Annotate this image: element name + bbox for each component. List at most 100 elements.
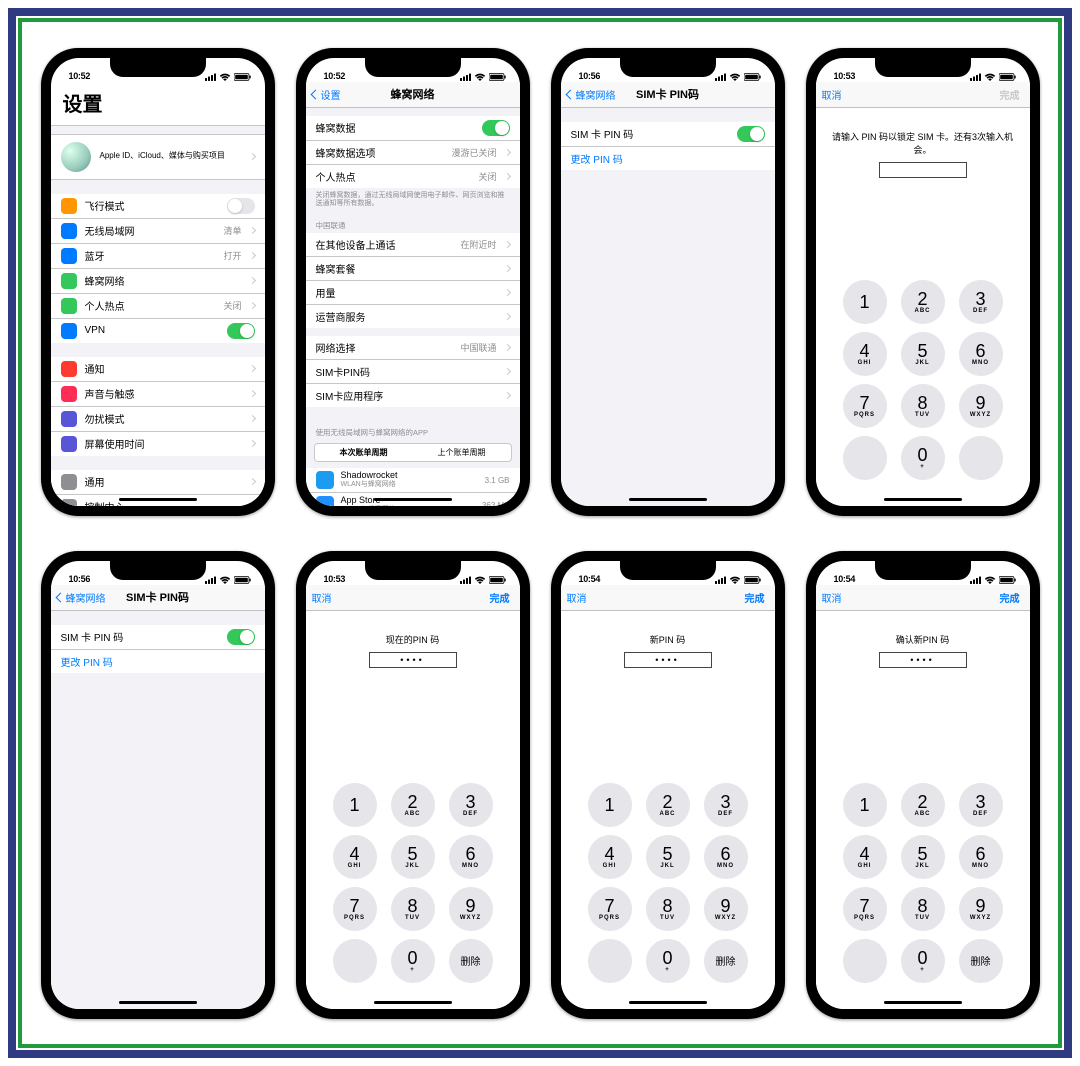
keypad-key-9[interactable]: 9WXYZ (704, 887, 748, 931)
home-indicator[interactable] (884, 498, 962, 501)
cancel-button[interactable]: 取消 (822, 82, 842, 107)
keypad-key-0[interactable]: 0+ (901, 939, 945, 983)
done-button[interactable]: 完成 (1000, 585, 1020, 610)
toggle[interactable] (482, 120, 510, 136)
home-indicator[interactable] (884, 1001, 962, 1004)
toggle[interactable] (227, 629, 255, 645)
list-row[interactable]: 勿扰模式 (51, 407, 265, 432)
keypad-key-6[interactable]: 6MNO (959, 835, 1003, 879)
cancel-button[interactable]: 取消 (567, 585, 587, 610)
keypad-key-7[interactable]: 7PQRS (588, 887, 632, 931)
keypad-key-4[interactable]: 4GHI (588, 835, 632, 879)
segmented-control[interactable]: 本次账单周期 上个账单周期 (314, 443, 512, 462)
list-row[interactable]: 网络选择中国联通 (306, 336, 520, 360)
home-indicator[interactable] (374, 498, 452, 501)
home-indicator[interactable] (119, 498, 197, 501)
keypad-key-7[interactable]: 7PQRS (843, 887, 887, 931)
list-row[interactable]: 通知 (51, 357, 265, 382)
seg-previous[interactable]: 上个账单周期 (413, 444, 511, 461)
keypad-key-4[interactable]: 4GHI (333, 835, 377, 879)
list-row[interactable]: SIM卡应用程序 (306, 384, 520, 407)
list-row[interactable]: 在其他设备上通话在附近时 (306, 233, 520, 257)
keypad-key-9[interactable]: 9WXYZ (959, 384, 1003, 428)
list-row[interactable]: 个人热点关闭 (306, 165, 520, 188)
keypad-key-5[interactable]: 5JKL (901, 332, 945, 376)
keypad-key-9[interactable]: 9WXYZ (959, 887, 1003, 931)
apple-id-row[interactable]: Apple ID、iCloud、媒体与购买项目 (51, 134, 265, 180)
toggle[interactable] (227, 323, 255, 339)
keypad-key-8[interactable]: 8TUV (901, 384, 945, 428)
keypad-key-8[interactable]: 8TUV (646, 887, 690, 931)
keypad-key-3[interactable]: 3DEF (959, 280, 1003, 324)
toggle[interactable] (737, 126, 765, 142)
keypad-key-4[interactable]: 4GHI (843, 332, 887, 376)
list-row[interactable]: 运营商服务 (306, 305, 520, 328)
home-indicator[interactable] (119, 1001, 197, 1004)
list-row[interactable]: SIM 卡 PIN 码 (561, 122, 775, 147)
cancel-button[interactable]: 取消 (312, 585, 332, 610)
keypad-key-1[interactable]: 1 (843, 280, 887, 324)
done-button[interactable]: 完成 (490, 585, 510, 610)
keypad-delete[interactable]: 删除 (449, 939, 493, 983)
pin-input[interactable]: •••• (369, 652, 457, 668)
keypad-key-0[interactable]: 0+ (391, 939, 435, 983)
keypad-key-1[interactable]: 1 (588, 783, 632, 827)
app-row[interactable]: ShadowrocketWLAN与蜂窝网络 3.1 GB (306, 468, 520, 493)
done-button[interactable]: 完成 (745, 585, 765, 610)
seg-current[interactable]: 本次账单周期 (315, 444, 413, 461)
keypad-key-5[interactable]: 5JKL (646, 835, 690, 879)
keypad-key-3[interactable]: 3DEF (704, 783, 748, 827)
list-row[interactable]: 蜂窝数据选项漫游已关闭 (306, 141, 520, 165)
list-row[interactable]: 蜂窝套餐 (306, 257, 520, 281)
list-row[interactable]: 声音与触感 (51, 382, 265, 407)
keypad-key-8[interactable]: 8TUV (391, 887, 435, 931)
list-row[interactable]: 蜂窝数据 (306, 116, 520, 141)
done-button[interactable]: 完成 (1000, 82, 1020, 107)
keypad-key-3[interactable]: 3DEF (449, 783, 493, 827)
cancel-button[interactable]: 取消 (822, 585, 842, 610)
home-indicator[interactable] (629, 1001, 707, 1004)
keypad-key-9[interactable]: 9WXYZ (449, 887, 493, 931)
list-row[interactable]: 蓝牙打开 (51, 244, 265, 269)
keypad-key-8[interactable]: 8TUV (901, 887, 945, 931)
keypad-key-4[interactable]: 4GHI (843, 835, 887, 879)
list-row[interactable]: 通用 (51, 470, 265, 495)
list-row[interactable]: 屏幕使用时间 (51, 432, 265, 456)
keypad-key-1[interactable]: 1 (843, 783, 887, 827)
keypad-key-2[interactable]: 2ABC (391, 783, 435, 827)
toggle[interactable] (227, 198, 255, 214)
keypad-key-2[interactable]: 2ABC (646, 783, 690, 827)
keypad-key-6[interactable]: 6MNO (959, 332, 1003, 376)
back-button[interactable]: 设置 (312, 82, 341, 107)
list-row[interactable]: 用量 (306, 281, 520, 305)
keypad-key-5[interactable]: 5JKL (901, 835, 945, 879)
list-row[interactable]: 飞行模式 (51, 194, 265, 219)
keypad-key-7[interactable]: 7PQRS (333, 887, 377, 931)
keypad-key-7[interactable]: 7PQRS (843, 384, 887, 428)
keypad-key-5[interactable]: 5JKL (391, 835, 435, 879)
keypad-key-0[interactable]: 0+ (901, 436, 945, 480)
keypad-key-1[interactable]: 1 (333, 783, 377, 827)
keypad-key-2[interactable]: 2ABC (901, 783, 945, 827)
home-indicator[interactable] (374, 1001, 452, 1004)
list-row[interactable]: VPN (51, 319, 265, 343)
list-row[interactable]: 个人热点关闭 (51, 294, 265, 319)
keypad-key-2[interactable]: 2ABC (901, 280, 945, 324)
list-row[interactable]: 更改 PIN 码 (51, 650, 265, 673)
list-row[interactable]: SIM卡PIN码 (306, 360, 520, 384)
pin-input[interactable]: •••• (879, 652, 967, 668)
keypad-key-6[interactable]: 6MNO (449, 835, 493, 879)
home-indicator[interactable] (629, 498, 707, 501)
list-row[interactable]: 更改 PIN 码 (561, 147, 775, 170)
keypad-key-6[interactable]: 6MNO (704, 835, 748, 879)
back-button[interactable]: 蜂窝网络 (567, 82, 616, 107)
keypad-key-3[interactable]: 3DEF (959, 783, 1003, 827)
pin-input[interactable] (879, 162, 967, 178)
back-button[interactable]: 蜂窝网络 (57, 585, 106, 610)
list-row[interactable]: SIM 卡 PIN 码 (51, 625, 265, 650)
list-row[interactable]: 无线局域网清单 (51, 219, 265, 244)
keypad-delete[interactable]: 删除 (704, 939, 748, 983)
list-row[interactable]: 蜂窝网络 (51, 269, 265, 294)
pin-input[interactable]: •••• (624, 652, 712, 668)
keypad-key-0[interactable]: 0+ (646, 939, 690, 983)
